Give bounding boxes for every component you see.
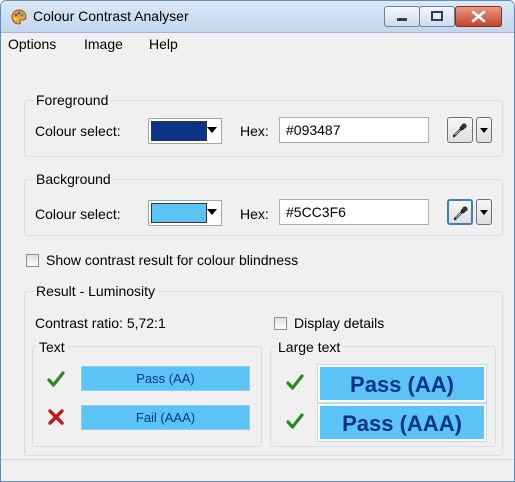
- text-result-label: Text: [37, 339, 67, 355]
- text-result-group: [32, 346, 262, 447]
- foreground-hex-input[interactable]: [279, 117, 429, 143]
- window-title: Colour Contrast Analyser: [33, 8, 189, 24]
- foreground-colour-select[interactable]: [148, 118, 222, 144]
- foreground-group-label: Foreground: [34, 92, 111, 108]
- menu-help[interactable]: Help: [149, 36, 178, 52]
- minimize-icon: [397, 18, 407, 21]
- maximize-button[interactable]: [419, 6, 455, 27]
- background-hex-input[interactable]: [279, 199, 429, 225]
- menu-options[interactable]: Options: [8, 36, 56, 52]
- minimize-button[interactable]: [384, 6, 420, 27]
- status-bar: [1, 459, 514, 481]
- foreground-colour-swatch: [151, 121, 207, 141]
- close-button[interactable]: [455, 6, 502, 27]
- title-bar[interactable]: Colour Contrast Analyser: [1, 1, 514, 33]
- menu-image[interactable]: Image: [84, 36, 123, 52]
- foreground-eyedropper-button[interactable]: [447, 117, 473, 143]
- checkmark-icon: [286, 413, 304, 429]
- close-icon: [471, 10, 486, 23]
- foreground-picker-dropdown-button[interactable]: [476, 117, 492, 143]
- background-eyedropper-button[interactable]: [447, 199, 473, 225]
- background-colour-swatch: [151, 203, 207, 223]
- checkmark-icon: [47, 371, 65, 387]
- foreground-colour-select-label: Colour select:: [35, 123, 121, 139]
- eyedropper-icon: [452, 123, 467, 138]
- maximize-icon: [431, 11, 443, 21]
- chevron-down-icon: [207, 209, 217, 215]
- contrast-ratio: Contrast ratio: 5,72:1: [35, 315, 166, 331]
- large-text-result-label: Large text: [276, 339, 343, 355]
- app-window: Colour Contrast Analyser Options Image H…: [0, 0, 515, 482]
- background-colour-select[interactable]: [148, 200, 222, 226]
- background-picker-dropdown-button[interactable]: [476, 199, 492, 225]
- chevron-down-icon: [480, 210, 488, 215]
- display-details-checkbox[interactable]: [274, 317, 287, 330]
- checkmark-icon: [286, 374, 304, 390]
- colour-blindness-checkbox[interactable]: [26, 254, 39, 267]
- text-aa-result: Pass (AA): [81, 366, 250, 391]
- large-text-aaa-result: Pass (AAA): [317, 403, 487, 442]
- cross-icon: [48, 409, 64, 425]
- palette-icon: [11, 9, 27, 25]
- colour-blindness-label: Show contrast result for colour blindnes…: [46, 252, 299, 268]
- chevron-down-icon: [480, 128, 488, 133]
- menu-bar: Options Image Help: [1, 33, 514, 55]
- display-details-label: Display details: [294, 315, 385, 331]
- eyedropper-icon: [453, 206, 468, 221]
- foreground-hex-label: Hex:: [240, 123, 269, 139]
- background-colour-select-label: Colour select:: [35, 206, 121, 222]
- text-aaa-result: Fail (AAA): [81, 405, 250, 430]
- chevron-down-icon: [207, 127, 217, 133]
- background-hex-label: Hex:: [240, 206, 269, 222]
- background-group-label: Background: [34, 171, 113, 187]
- result-group-label: Result - Luminosity: [34, 283, 158, 299]
- large-text-aa-result: Pass (AA): [317, 364, 487, 403]
